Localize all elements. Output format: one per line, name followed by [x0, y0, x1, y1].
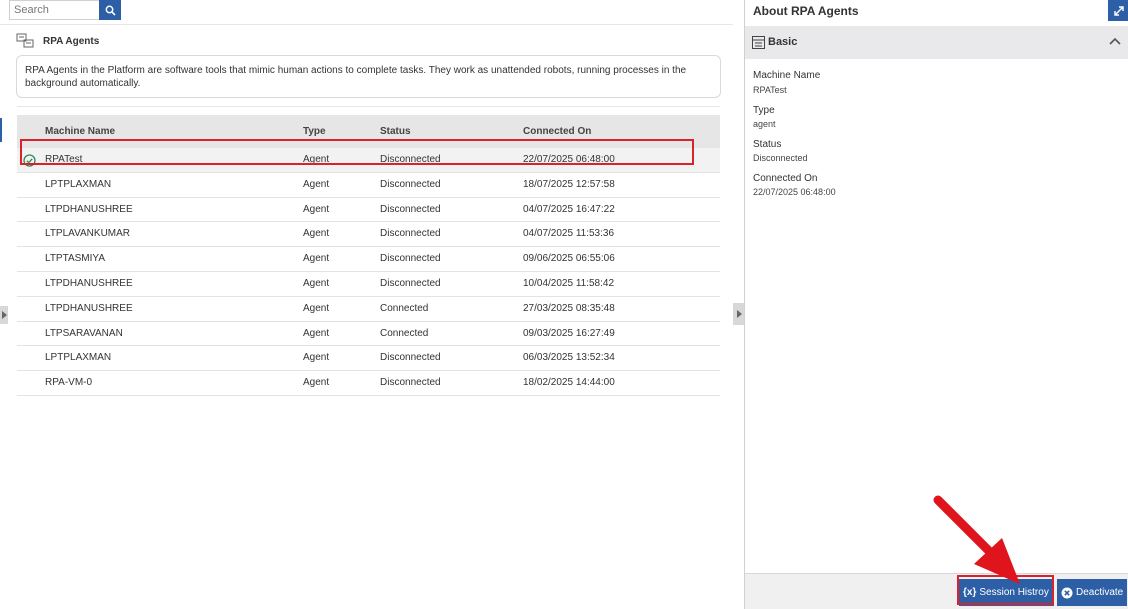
field-value-type: agent [753, 119, 776, 129]
cell-connected-on: 09/06/2025 06:55:06 [523, 253, 615, 265]
expand-icon [1113, 5, 1124, 16]
annotation-arrow-icon [933, 495, 1020, 584]
cell-type: Agent [303, 327, 330, 339]
table-row[interactable]: LTPTASMIYA Agent Disconnected 09/06/2025 06… [17, 247, 720, 272]
field-label-status: Status [753, 139, 782, 150]
field-value-connected-on: 22/07/2025 06:48:00 [753, 187, 836, 197]
close-circle-icon [1061, 587, 1073, 598]
cell-type: Agent [303, 203, 330, 215]
table-body: RPATest Agent Disconnected 22/07/2025 06:48… [17, 148, 720, 396]
collapse-handle-icon [736, 310, 742, 318]
cell-connected-on: 18/02/2025 14:44:00 [523, 377, 615, 389]
cell-machine-name: RPA-VM-0 [45, 377, 93, 389]
table-row[interactable]: LTPSARAVANAN Agent Connected 09/03/2025 16:… [17, 322, 720, 347]
cell-machine-name: LTPSARAVANAN [45, 327, 123, 339]
cell-type: Agent [303, 352, 330, 364]
cell-machine-name: LTPLAVANKUMAR [45, 228, 131, 240]
cell-connected-on: 18/07/2025 12:57:58 [523, 178, 615, 190]
table-row[interactable]: RPA-VM-0 Agent Disconnected 18/02/2025 14:4… [17, 371, 720, 396]
table-row[interactable]: LTPLAVANKUMAR Agent Disconnected 04/07/2025… [17, 222, 720, 248]
cell-connected-on: 04/07/2025 11:53:36 [523, 228, 615, 240]
cell-type: Agent [303, 277, 330, 289]
description-box: RPA Agents in the Platform are software … [16, 55, 721, 98]
cell-type: Agent [303, 228, 330, 240]
collapse-handle-icon [2, 311, 7, 319]
cell-machine-name: LTPDHANUSHREE [45, 277, 133, 289]
cell-type: Agent [303, 377, 330, 389]
cell-machine-name: LPTPLAXMAN [45, 352, 112, 364]
cell-status: Disconnected [380, 277, 441, 289]
left-collapse-handle[interactable] [0, 306, 8, 324]
table-row[interactable]: LPTPLAXMAN Agent Disconnected 18/07/2025 12… [17, 173, 720, 198]
description-text: RPA Agents in the Platform are software … [25, 65, 687, 89]
section-header: RPA Agents [16, 31, 99, 51]
details-title: About RPA Agents [753, 4, 859, 18]
rpa-agents-icon [16, 33, 34, 48]
field-label-type: Type [753, 105, 775, 116]
cell-status: Disconnected [380, 253, 441, 265]
basic-section-title: Basic [768, 36, 798, 48]
field-value-machine-name: RPATest [753, 85, 787, 95]
cell-connected-on: 04/07/2025 16:47:22 [523, 203, 615, 215]
cell-connected-on: 27/03/2025 08:35:48 [523, 302, 615, 314]
selected-row-highlight [20, 139, 694, 165]
field-label-connected-on: Connected On [753, 173, 818, 184]
search-button[interactable] [99, 0, 121, 20]
cell-status: Disconnected [380, 228, 441, 240]
table-row[interactable]: LTPDHANUSHREE Agent Connected 27/03/2025 08… [17, 297, 720, 322]
search-icon [105, 5, 116, 16]
left-edge-indicator [0, 118, 2, 142]
cell-status: Connected [380, 327, 429, 339]
chevron-up-icon[interactable] [1109, 37, 1121, 45]
cell-machine-name: LTPDHANUSHREE [45, 203, 133, 215]
table-row[interactable]: LPTPLAXMAN Agent Disconnected 06/03/2025 13… [17, 346, 720, 372]
cell-connected-on: 10/04/2025 11:58:42 [523, 277, 615, 289]
cell-machine-name: LTPDHANUSHREE [45, 302, 133, 314]
toolbar [0, 0, 733, 25]
form-icon [752, 36, 765, 49]
details-header: About RPA Agents [745, 0, 1128, 24]
field-value-status: Disconnected [753, 153, 808, 163]
pane-splitter-handle[interactable] [733, 303, 744, 325]
cell-machine-name: LPTPLAXMAN [45, 178, 112, 190]
cell-status: Disconnected [380, 377, 441, 389]
deactivate-button[interactable]: Deactivate [1057, 579, 1127, 606]
cell-type: Agent [303, 302, 330, 314]
cell-status: Disconnected [380, 203, 441, 215]
deactivate-label: Deactivate [1076, 587, 1124, 598]
expand-button[interactable] [1108, 0, 1128, 21]
table-row[interactable]: LTPDHANUSHREE Agent Disconnected 04/07/2025… [17, 198, 720, 223]
cell-connected-on: 09/03/2025 16:27:49 [523, 327, 615, 339]
cell-type: Agent [303, 178, 330, 190]
cell-status: Connected [380, 302, 429, 314]
basic-section-accordion[interactable]: Basic [745, 26, 1128, 59]
cell-status: Disconnected [380, 352, 441, 364]
table-row[interactable]: LTPDHANUSHREE Agent Disconnected 10/04/2025… [17, 272, 720, 297]
cell-type: Agent [303, 253, 330, 265]
search-input[interactable] [9, 0, 99, 20]
agents-list-pane: RPA Agents RPA Agents in the Platform ar… [0, 0, 733, 609]
cell-status: Disconnected [380, 178, 441, 190]
field-label-machine-name: Machine Name [753, 70, 821, 81]
cell-machine-name: LTPTASMIYA [45, 253, 106, 265]
section-title: RPA Agents [43, 35, 100, 47]
cell-connected-on: 06/03/2025 13:52:34 [523, 352, 615, 364]
